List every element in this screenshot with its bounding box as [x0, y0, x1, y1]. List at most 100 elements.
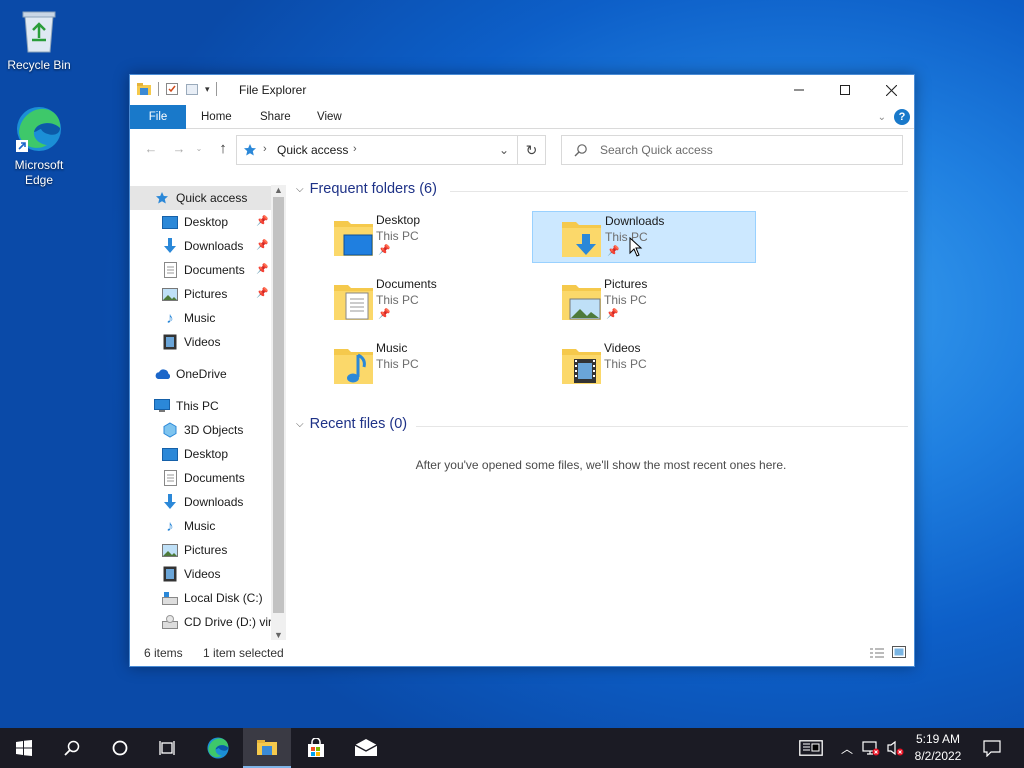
chevron-down-icon[interactable]: ▾ — [205, 84, 210, 95]
collapse-chevron-icon: ⌵ — [296, 418, 304, 430]
breadcrumb-chevron-icon[interactable]: › — [353, 143, 357, 155]
taskbar-edge-button[interactable] — [194, 728, 242, 768]
nav-item-documents[interactable]: Documents 📌 — [162, 258, 271, 282]
nav-item-quick-access[interactable]: Quick access — [130, 186, 271, 210]
collapse-chevron-icon: ⌵ — [296, 183, 304, 195]
group-header-frequent-folders[interactable]: ⌵ Frequent folders (6) — [296, 181, 437, 197]
clock-time: 5:19 AM — [915, 732, 961, 746]
news-icon — [799, 740, 823, 756]
folder-tile-desktop[interactable]: Desktop This PC 📌 — [332, 211, 556, 263]
help-button[interactable]: ? — [894, 109, 910, 125]
search-button[interactable] — [48, 728, 96, 768]
up-button[interactable]: ↑ — [214, 140, 232, 158]
pin-icon: 📌 — [378, 309, 391, 320]
status-bar: 6 items 1 item selected — [130, 640, 914, 666]
cd-drive-icon — [162, 614, 178, 630]
volume-button[interactable] — [884, 728, 906, 768]
tab-share[interactable]: Share — [248, 105, 303, 129]
nav-item-label: CD Drive (D:) virt — [184, 615, 271, 629]
quick-access-toolbar: ▾ — [136, 81, 217, 97]
nav-item-cd-drive[interactable]: CD Drive (D:) virt — [162, 610, 271, 634]
tab-view[interactable]: View — [305, 105, 354, 129]
breadcrumb[interactable]: Quick access — [277, 143, 348, 157]
taskbar-store-button[interactable] — [292, 728, 340, 768]
taskbar-file-explorer-button[interactable] — [243, 728, 291, 768]
tab-home[interactable]: Home — [189, 105, 244, 129]
desktop-icon-recycle-bin[interactable]: Recycle Bin — [1, 8, 77, 73]
address-bar[interactable]: › Quick access › ⌄ — [236, 135, 518, 165]
scroll-down-icon[interactable]: ▼ — [271, 630, 286, 640]
nav-item-music[interactable]: ♪ Music — [162, 306, 271, 330]
nav-item-pc-videos[interactable]: Videos — [162, 562, 271, 586]
nav-item-desktop[interactable]: Desktop 📌 — [162, 210, 271, 234]
minimize-button[interactable] — [776, 75, 822, 105]
group-header-recent-files[interactable]: ⌵ Recent files (0) — [296, 416, 407, 432]
downloads-icon — [162, 494, 178, 510]
task-view-button[interactable] — [144, 728, 192, 768]
nav-item-downloads[interactable]: Downloads 📌 — [162, 234, 271, 258]
folder-tile-videos[interactable]: Videos This PC — [560, 339, 784, 391]
nav-item-pictures[interactable]: Pictures 📌 — [162, 282, 271, 306]
nav-item-pc-desktop[interactable]: Desktop — [162, 442, 271, 466]
desktop-folder-icon — [334, 221, 373, 256]
recent-locations-button[interactable]: ⌄ — [194, 140, 204, 158]
group-header-label: Recent files (0) — [309, 416, 408, 432]
nav-item-label: This PC — [176, 399, 219, 413]
scroll-up-icon[interactable]: ▲ — [271, 185, 286, 195]
clock[interactable]: 5:19 AM 8/2/2022 — [908, 731, 968, 765]
notification-icon — [983, 739, 1001, 757]
forward-button[interactable]: → — [170, 140, 188, 158]
navigation-bar: ← → ⌄ ↑ › Quick access › ⌄ ↻ — [130, 133, 914, 165]
desktop-icon — [162, 446, 178, 462]
desktop-icon-edge[interactable]: Microsoft Edge — [1, 104, 77, 188]
nav-item-3d-objects[interactable]: 3D Objects — [162, 418, 271, 442]
pin-icon: 📌 — [256, 240, 269, 251]
close-icon — [885, 84, 897, 96]
nav-item-pc-pictures[interactable]: Pictures — [162, 538, 271, 562]
large-icons-view-icon[interactable] — [892, 646, 906, 658]
folder-location: This PC — [604, 293, 647, 307]
properties-icon[interactable] — [165, 82, 179, 96]
search-input[interactable] — [600, 142, 890, 158]
nav-item-pc-downloads[interactable]: Downloads — [162, 490, 271, 514]
folder-tile-documents[interactable]: Documents This PC 📌 — [332, 275, 556, 327]
title-bar[interactable]: ▾ File Explorer — [130, 75, 914, 105]
network-status-button[interactable] — [860, 728, 882, 768]
nav-item-onedrive[interactable]: OneDrive — [154, 362, 271, 386]
nav-item-pc-documents[interactable]: Documents — [162, 466, 271, 490]
taskbar-mail-button[interactable] — [342, 728, 390, 768]
tab-file[interactable]: File — [130, 105, 186, 129]
address-dropdown-icon[interactable]: ⌄ — [499, 143, 509, 157]
folder-tile-music[interactable]: Music This PC — [332, 339, 556, 391]
nav-item-label: Quick access — [176, 191, 248, 205]
selection-count: 1 item selected — [203, 646, 284, 660]
new-folder-icon[interactable] — [185, 82, 199, 96]
back-button[interactable]: ← — [142, 140, 160, 158]
nav-item-videos[interactable]: Videos — [162, 330, 271, 354]
folder-name: Videos — [604, 341, 641, 355]
news-and-interests-button[interactable] — [796, 728, 826, 768]
refresh-button[interactable]: ↻ — [518, 135, 546, 165]
navigation-scrollbar[interactable]: ▲ ▼ — [271, 185, 286, 640]
start-button[interactable] — [0, 728, 48, 768]
close-button[interactable] — [868, 75, 914, 105]
desktop-icon-label: Microsoft Edge — [14, 158, 64, 187]
folder-tile-pictures[interactable]: Pictures This PC 📌 — [560, 275, 784, 327]
cortana-button[interactable] — [96, 728, 144, 768]
ribbon-tabs: File Home Share View ⌄ ? — [130, 105, 914, 129]
show-hidden-icons-button[interactable]: ︿ — [838, 728, 856, 768]
chevron-up-icon: ︿ — [840, 741, 853, 756]
search-box[interactable] — [561, 135, 903, 165]
folder-tile-downloads[interactable]: Downloads This PC 📌 — [532, 211, 756, 263]
pin-icon: 📌 — [256, 216, 269, 227]
nav-item-local-disk[interactable]: Local Disk (C:) — [162, 586, 271, 610]
action-center-button[interactable] — [978, 728, 1006, 768]
expand-ribbon-icon[interactable]: ⌄ — [878, 112, 886, 123]
maximize-button[interactable] — [822, 75, 868, 105]
nav-item-pc-music[interactable]: ♪ Music — [162, 514, 271, 538]
breadcrumb-chevron-icon[interactable]: › — [263, 143, 267, 155]
nav-item-this-pc[interactable]: This PC — [154, 394, 271, 418]
details-view-icon[interactable] — [869, 647, 885, 659]
window-title: File Explorer — [239, 83, 307, 97]
scrollbar-thumb[interactable] — [273, 197, 284, 613]
